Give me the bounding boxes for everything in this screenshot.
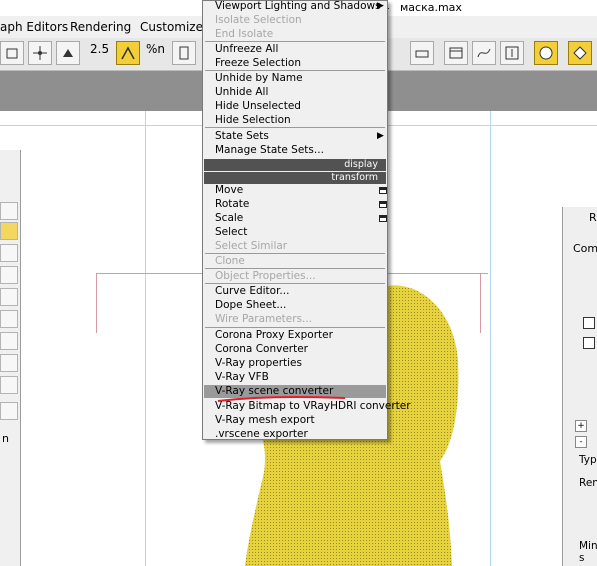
checker-icon[interactable] (0, 244, 18, 262)
select-and-move-icon[interactable] (28, 41, 52, 65)
angle-snap-icon[interactable] (116, 41, 140, 65)
menu-separator (205, 127, 385, 128)
sphere-icon[interactable] (0, 202, 18, 220)
menu-state-sets[interactable]: State Sets (215, 130, 269, 142)
menu-rendering[interactable]: Rendering (70, 20, 131, 34)
curve-editor-icon[interactable] (472, 41, 496, 65)
menu-graph-editors[interactable]: aph Editors (0, 20, 68, 34)
menu-rotate[interactable]: Rotate (215, 198, 249, 210)
gear-icon[interactable] (0, 354, 18, 372)
menu-unhide-by-name[interactable]: Unhide by Name (215, 72, 303, 84)
cube-icon[interactable] (0, 402, 18, 420)
menu-clone[interactable]: Clone (215, 255, 245, 267)
checkbox[interactable] (583, 317, 595, 329)
spinner-snap-icon[interactable] (172, 41, 196, 65)
render-setup-title: Ra (589, 211, 597, 224)
left-panel: n (0, 150, 21, 566)
rollout-toggle[interactable]: + (575, 420, 587, 432)
submenu-arrow-icon: ▶ (377, 1, 384, 11)
menu-vray-vfb[interactable]: V-Ray VFB (215, 371, 269, 383)
submenu-arrow-icon: ▶ (377, 131, 384, 141)
settings-box-icon[interactable] (379, 201, 387, 208)
menu-separator (205, 41, 385, 42)
named-selection-icon[interactable] (410, 41, 434, 65)
material-editor-icon[interactable] (534, 41, 558, 65)
menu-select-similar[interactable]: Select Similar (215, 240, 287, 252)
menu-select[interactable]: Select (215, 226, 247, 238)
render-setup-panel: Ra Comm + - Type Ren Min s (562, 207, 597, 566)
link-icon[interactable] (0, 376, 18, 394)
menu-scale[interactable]: Scale (215, 212, 243, 224)
menu-unhide-all[interactable]: Unhide All (215, 86, 268, 98)
eraser-icon[interactable] (0, 310, 18, 328)
schematic-view-icon[interactable] (500, 41, 524, 65)
menu-curve-editor[interactable]: Curve Editor... (215, 285, 289, 297)
menu-move[interactable]: Move (215, 184, 243, 196)
section-header-transform: transform (204, 172, 386, 184)
menu-separator (205, 268, 385, 269)
type-label: Type (579, 454, 597, 466)
menu-vray-properties[interactable]: V-Ray properties (215, 357, 302, 369)
menu-object-properties[interactable]: Object Properties... (215, 270, 316, 282)
menu-hide-selection[interactable]: Hide Selection (215, 114, 291, 126)
snap-spinner-value[interactable]: 2.5 (90, 42, 109, 56)
menu-corona-proxy-exporter[interactable]: Corona Proxy Exporter (215, 329, 333, 341)
menu-isolate-selection[interactable]: Isolate Selection (215, 14, 302, 26)
quad-context-menu: Viewport Lighting and Shadows ▶ Isolate … (202, 0, 411, 440)
menu-freeze-selection[interactable]: Freeze Selection (215, 57, 301, 69)
menu-viewport-lighting[interactable]: Viewport Lighting and Shadows (215, 0, 381, 12)
renderer-label: Ren (579, 477, 597, 489)
menu-wire-parameters[interactable]: Wire Parameters... (215, 313, 312, 325)
menu-dope-sheet[interactable]: Dope Sheet... (215, 299, 286, 311)
checkbox[interactable] (583, 337, 595, 349)
percent-snap-label[interactable]: %n (146, 42, 165, 56)
menu-separator (205, 253, 385, 254)
menu-vray-bitmap-converter[interactable]: V-Ray Bitmap to VRayHDRI converter (215, 400, 411, 412)
min-subdivs-label: Min s (579, 540, 597, 564)
rollout-toggle[interactable]: - (575, 436, 587, 448)
menu-vrscene-exporter[interactable]: .vrscene exporter (215, 428, 308, 440)
left-panel-label: n (2, 432, 9, 445)
snap-toggle-icon[interactable] (56, 41, 80, 65)
file-name: маска.max (400, 1, 462, 14)
menu-manage-state-sets[interactable]: Manage State Sets... (215, 144, 324, 156)
menu-vray-mesh-export[interactable]: V-Ray mesh export (215, 414, 315, 426)
select-object-icon[interactable] (0, 41, 24, 65)
wrench-icon[interactable] (0, 332, 18, 350)
menu-unfreeze-all[interactable]: Unfreeze All (215, 43, 278, 55)
gradient-icon[interactable] (0, 288, 18, 306)
section-header-display: display (204, 159, 386, 171)
menu-separator (205, 327, 385, 328)
menu-customize[interactable]: Customize (140, 20, 203, 34)
selected-tool-icon[interactable] (0, 222, 18, 240)
menu-end-isolate[interactable]: End Isolate (215, 28, 273, 40)
menu-hide-unselected[interactable]: Hide Unselected (215, 100, 301, 112)
tab-common[interactable]: Comm (573, 242, 597, 255)
scene-explorer-icon[interactable] (444, 41, 468, 65)
render-setup-icon[interactable] (568, 41, 592, 65)
box-icon[interactable] (0, 266, 18, 284)
settings-box-icon[interactable] (379, 187, 387, 194)
menu-separator (205, 70, 385, 71)
settings-box-icon[interactable] (379, 215, 387, 222)
menu-corona-converter[interactable]: Corona Converter (215, 343, 308, 355)
menu-separator (205, 283, 385, 284)
